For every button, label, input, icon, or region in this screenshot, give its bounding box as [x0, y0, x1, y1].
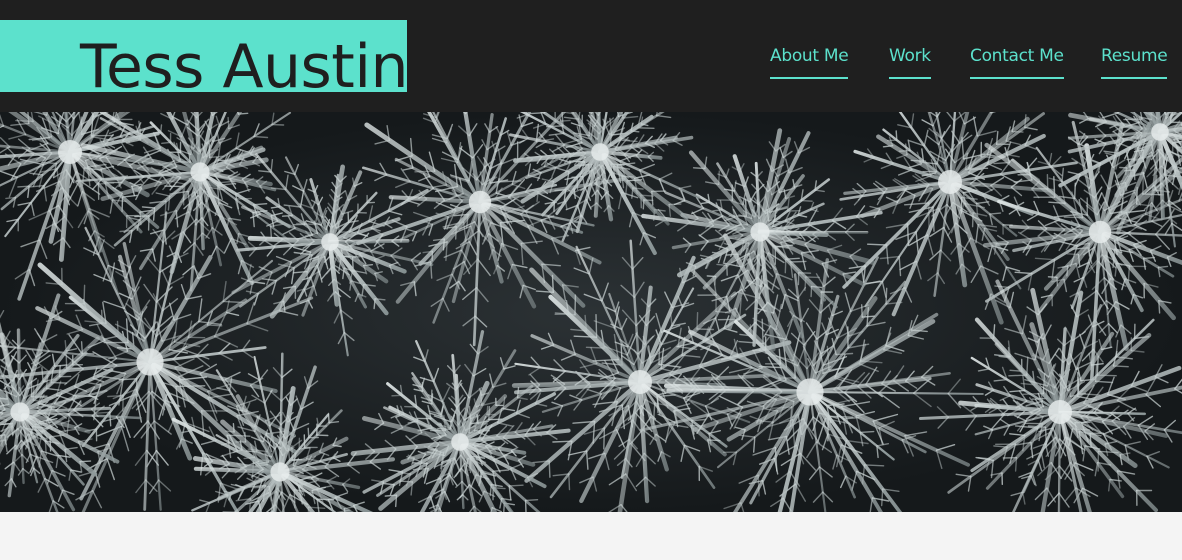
- main-nav: About Me Work Contact Me Resume: [742, 44, 1182, 84]
- site-title[interactable]: Tess Austin: [80, 37, 409, 97]
- nav-work[interactable]: Work: [889, 44, 931, 79]
- nav-contact-me[interactable]: Contact Me: [970, 44, 1064, 79]
- page-content: [0, 512, 1182, 560]
- brand-block[interactable]: Tess Austin: [0, 20, 409, 97]
- hero-banner: [0, 112, 1182, 512]
- nav-resume[interactable]: Resume: [1101, 44, 1168, 79]
- nav-about-me[interactable]: About Me: [770, 44, 849, 79]
- hero-image: [0, 112, 1182, 512]
- site-header: Tess Austin About Me Work Contact Me Res…: [0, 0, 1182, 112]
